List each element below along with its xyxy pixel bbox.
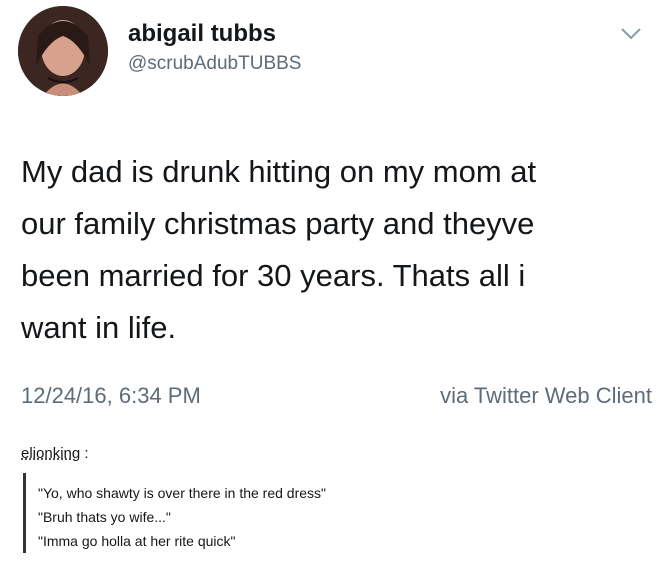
quote-line: "Bruh thats yo wife..." (38, 509, 171, 525)
quote-line: "Imma go holla at her rite quick" (38, 533, 236, 549)
tweet-text-line: want in life. (21, 310, 177, 345)
tweet-text: My dad is drunk hitting on my mom at our… (21, 146, 661, 354)
avatar[interactable] (18, 6, 108, 96)
comment-author: elionking : (21, 445, 89, 462)
comment-quote: "Yo, who shawty is over there in the red… (38, 481, 326, 553)
display-name[interactable]: abigail tubbs (128, 20, 276, 48)
chevron-down-icon[interactable] (620, 27, 642, 41)
tweet-timestamp[interactable]: 12/24/16, 6:34 PM (21, 383, 201, 409)
quote-line: "Yo, who shawty is over there in the red… (38, 485, 327, 501)
tweet-text-line: our family christmas party and theyve (21, 206, 535, 241)
tweet-source: via Twitter Web Client (440, 383, 652, 408)
comment-username[interactable]: elionking (21, 445, 80, 462)
tweet-text-line: My dad is drunk hitting on my mom at (21, 154, 537, 189)
comment-separator: : (84, 445, 89, 462)
quote-bar (23, 473, 26, 553)
tweet-text-line: been married for 30 years. Thats all i (21, 258, 526, 293)
user-handle[interactable]: @scrubAdubTUBBS (128, 53, 301, 75)
